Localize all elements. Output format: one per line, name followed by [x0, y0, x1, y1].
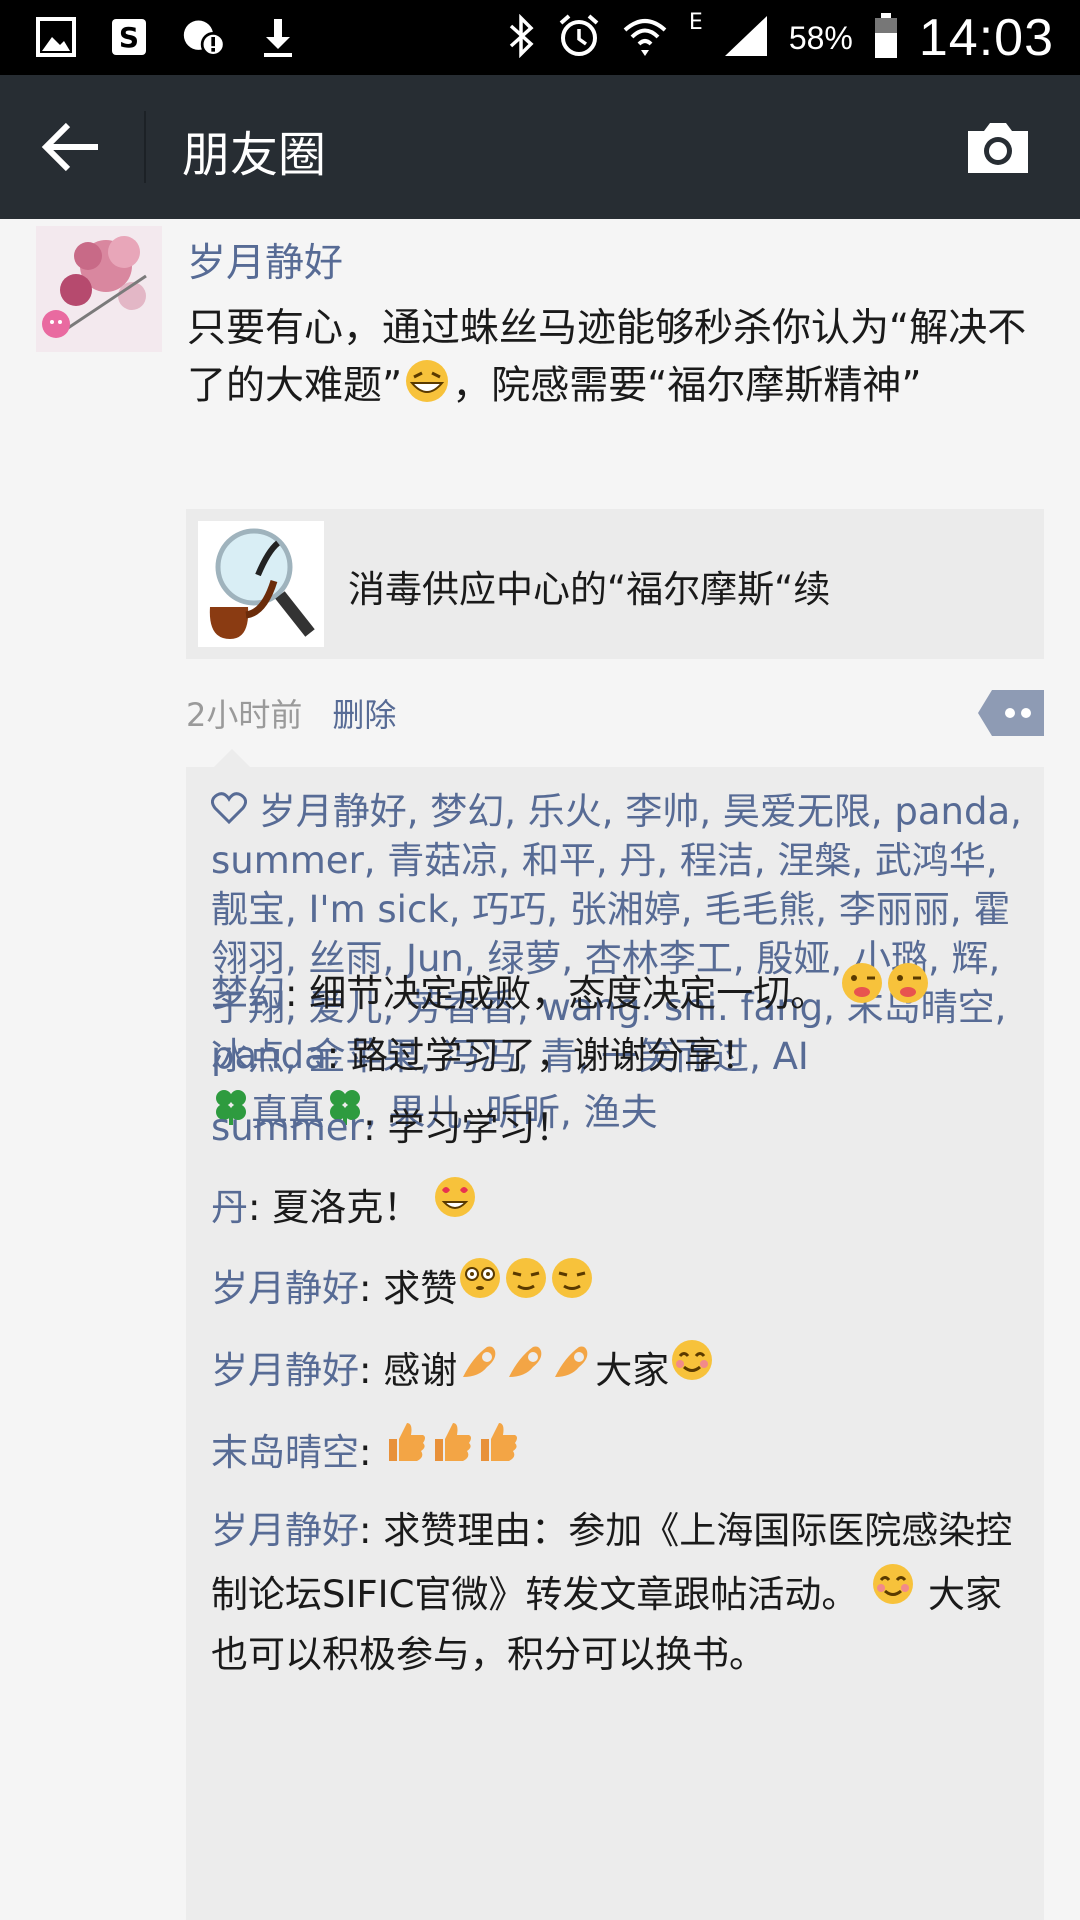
page-title: 朋友圈 [182, 127, 327, 183]
comment-author[interactable]: 岁月静好 [211, 1509, 359, 1552]
comment-text: : 细节决定成败，态度决定一切。 [285, 972, 828, 1015]
comment-author[interactable]: panda [211, 1034, 327, 1077]
battery-percent: 58% [788, 19, 853, 56]
comment-text: : 夏洛克！ [248, 1186, 421, 1229]
thumbs-up-icon [383, 1423, 429, 1474]
smile-emoji-icon [669, 1340, 715, 1392]
back-button[interactable] [40, 117, 104, 177]
warning-icon [182, 12, 226, 62]
author-avatar[interactable] [36, 226, 162, 352]
s-app-icon: S [108, 12, 152, 62]
comment-author[interactable]: 岁月静好 [211, 1267, 359, 1310]
smug-emoji-icon [549, 1258, 595, 1310]
alarm-icon [557, 13, 601, 63]
comment-author[interactable]: 丹 [211, 1186, 248, 1229]
post-meta: 2小时前 删除 [186, 690, 396, 736]
comment-row[interactable]: panda: 路过学习了，谢谢分享！ [211, 1026, 1031, 1086]
comment-text: : 感谢 [359, 1349, 458, 1392]
comment-menu-icon [978, 690, 1044, 736]
tongue-wink-emoji-icon [885, 963, 931, 1015]
post-time: 2小时前 [186, 696, 303, 734]
heart-eyes-emoji-icon [432, 1177, 478, 1229]
post-text: 只要有心，通过蛛丝马迹能够秒杀你认为“解决不了的大难题” ，院感需要“福尔摩斯精神… [187, 300, 1047, 419]
comment-author[interactable]: 梦幻 [211, 972, 285, 1015]
thumbs-up-icon [429, 1423, 475, 1474]
camera-button[interactable] [964, 119, 1032, 177]
network-type: E [688, 10, 703, 35]
heart-icon [210, 790, 248, 833]
clock: 14:03 [918, 9, 1054, 67]
link-thumbnail [198, 521, 324, 647]
flushed-emoji-icon [457, 1258, 503, 1310]
arrow-left-icon [41, 122, 98, 172]
comment-author[interactable]: 末岛晴空 [211, 1431, 359, 1474]
comment-row[interactable]: 丹: 夏洛克！ [211, 1174, 1031, 1238]
wifi-icon [621, 14, 669, 62]
ok-hand-icon [503, 1346, 549, 1392]
svg-text:S: S [119, 21, 139, 54]
download-icon [256, 12, 300, 62]
bluetooth-icon [507, 13, 537, 62]
signal-icon [723, 14, 769, 62]
post-author[interactable]: 岁月静好 [187, 232, 343, 288]
comment-row[interactable]: 岁月静好: 感谢 大家 [211, 1337, 1031, 1401]
smile-emoji-icon [870, 1564, 916, 1616]
magnifier-pipe-icon [198, 521, 324, 647]
likes-comments-panel: 岁月静好, 梦幻, 乐火, 李帅, 昊爱无限, panda, summer, 青… [186, 749, 1044, 1920]
grin-emoji-icon [402, 357, 452, 419]
link-title: 消毒供应中心的“福尔摩斯“续 [348, 568, 831, 611]
comment-text: : 学习学习！ [363, 1106, 573, 1149]
comment-row[interactable]: 岁月静好: 求赞 [211, 1255, 1031, 1319]
more-actions-button[interactable] [978, 690, 1044, 736]
comment-row[interactable]: 末岛晴空: [211, 1419, 1031, 1483]
comment-row[interactable]: 梦幻: 细节决定成败，态度决定一切。 [211, 960, 1031, 1024]
title-bar: 朋友圈 [0, 75, 1080, 219]
ok-hand-icon [457, 1346, 503, 1392]
battery-icon [873, 13, 899, 63]
comment-row[interactable]: 岁月静好: 求赞理由：参加《上海国际医院感染控制论坛SIFIC官微》转发文章跟帖… [211, 1501, 1031, 1685]
thumbs-up-icon [475, 1423, 521, 1474]
title-divider [144, 111, 146, 183]
comment-text: : [359, 1431, 384, 1474]
status-bar: S E 58% 14:03 [0, 0, 1080, 75]
tongue-wink-emoji-icon [839, 963, 885, 1015]
ok-hand-icon [549, 1346, 595, 1392]
smug-emoji-icon [503, 1258, 549, 1310]
comment-author[interactable]: summer [211, 1106, 363, 1149]
comment-row[interactable]: summer: 学习学习！ [211, 1098, 1031, 1158]
gallery-icon [34, 12, 78, 62]
post-text-part2: ，院感需要“福尔摩斯精神” [452, 363, 922, 409]
camera-icon [968, 123, 1028, 173]
comment-text: : 路过学习了，谢谢分享！ [326, 1034, 759, 1077]
delete-link[interactable]: 删除 [332, 690, 396, 736]
comment-author[interactable]: 岁月静好 [211, 1349, 359, 1392]
comment-text-after: 大家 [595, 1349, 670, 1392]
shared-link-card[interactable]: 消毒供应中心的“福尔摩斯“续 [186, 509, 1044, 659]
comment-text: : 求赞 [359, 1267, 458, 1310]
